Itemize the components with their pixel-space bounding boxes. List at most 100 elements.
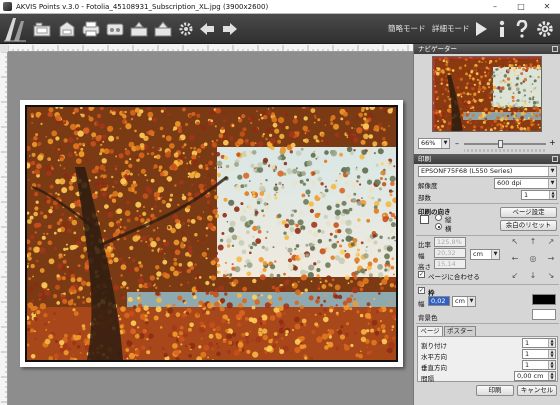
- scale-input[interactable]: 125.8%: [434, 237, 466, 247]
- zoom-row: 66% ▼ – +: [418, 138, 557, 152]
- reset-margins-button[interactable]: 余白のリセット: [500, 220, 557, 231]
- collapse-icon[interactable]: [552, 156, 558, 162]
- copies-value: 1: [524, 191, 529, 199]
- akvis-logo-icon: [2, 15, 28, 43]
- align-bottom-icon[interactable]: ↓: [528, 271, 538, 281]
- batch-processing-icon[interactable]: [128, 18, 150, 40]
- frame-width-input[interactable]: 0,02: [428, 296, 450, 306]
- horizontal-stepper[interactable]: 1 ▲ ▼: [522, 349, 556, 359]
- app-icon: [3, 2, 12, 11]
- background-color-label: 背景色: [418, 314, 438, 322]
- resolution-label: 解像度: [418, 182, 438, 190]
- print-button[interactable]: 印刷: [476, 385, 514, 396]
- window-title: AKVIS Points v.3.0 - Fotolia_45108931_Su…: [16, 2, 269, 11]
- zoom-slider[interactable]: [464, 143, 546, 145]
- background-color-swatch[interactable]: [532, 309, 556, 320]
- split-stepper[interactable]: 1 ▲ ▼: [522, 338, 556, 348]
- divider: [416, 235, 559, 236]
- horizontal-label: 水平方向: [421, 353, 447, 361]
- maximize-button[interactable]: □: [508, 0, 534, 14]
- split-value: 1: [525, 339, 530, 347]
- tab-poster[interactable]: ポスター: [444, 326, 476, 336]
- divider: [416, 284, 559, 285]
- chevron-down-icon: ▼: [491, 250, 499, 259]
- printer-name: EPSONF75F68 (L550 Series): [421, 167, 513, 175]
- canvas-area[interactable]: [0, 44, 413, 405]
- frame-unit-select[interactable]: cm ▼: [452, 296, 476, 307]
- landscape-radio[interactable]: [435, 223, 442, 230]
- resolution-value: 600 dpi: [497, 179, 522, 187]
- stepper-arrows-icon[interactable]: ▲ ▼: [548, 339, 555, 347]
- frame-checkbox[interactable]: ✓: [418, 287, 425, 294]
- align-top-icon[interactable]: ↑: [528, 237, 538, 247]
- printer-select[interactable]: EPSONF75F68 (L550 Series) ▼: [418, 166, 557, 177]
- toolbar: 簡略モード 詳細モード: [0, 14, 560, 44]
- gap-stepper[interactable]: 0,00 cm ▲ ▼: [514, 371, 556, 381]
- width-label: 幅: [418, 252, 425, 260]
- alignment-grid: ↖ ↑ ↗ ← ◎ → ↙ ↓ ↘: [510, 237, 558, 283]
- align-top-right-icon[interactable]: ↗: [546, 237, 556, 247]
- detail-mode-button[interactable]: 詳細モード: [432, 23, 470, 34]
- align-top-left-icon[interactable]: ↖: [510, 237, 520, 247]
- save-image-icon[interactable]: [56, 18, 78, 40]
- chevron-down-icon: ▼: [441, 139, 449, 148]
- vertical-label: 垂直方向: [421, 364, 447, 372]
- print-page: [20, 100, 403, 367]
- gap-value: 0,00 cm: [517, 372, 544, 380]
- undo-arrow-icon[interactable]: [197, 18, 217, 40]
- stepper-arrows-icon[interactable]: ▲ ▼: [548, 350, 555, 358]
- align-bottom-left-icon[interactable]: ↙: [510, 271, 520, 281]
- page-setup-button[interactable]: ページ設定: [500, 207, 557, 218]
- width-input[interactable]: 20,32: [434, 248, 466, 258]
- zoom-select[interactable]: 66% ▼: [418, 138, 450, 149]
- image-frame[interactable]: [25, 105, 398, 362]
- settings-panel: ナビゲーター 66% ▼ – + 印刷 EPSONF75F68 (L550 Se…: [413, 44, 560, 405]
- stepper-arrows-icon[interactable]: ▲ ▼: [549, 191, 556, 199]
- align-right-icon[interactable]: →: [546, 254, 556, 264]
- open-image-icon[interactable]: [31, 18, 53, 40]
- help-icon[interactable]: [513, 18, 531, 40]
- chevron-down-icon: ▼: [548, 179, 556, 188]
- quick-mode-button[interactable]: 簡略モード: [388, 23, 426, 34]
- zoom-in-icon[interactable]: +: [549, 138, 556, 147]
- close-button[interactable]: ✕: [534, 0, 560, 14]
- resolution-select[interactable]: 600 dpi ▼: [494, 178, 557, 189]
- frame-unit-value: cm: [455, 297, 465, 305]
- zoom-value: 66%: [421, 139, 436, 147]
- preferences-gear-icon[interactable]: [535, 18, 555, 40]
- align-left-icon[interactable]: ←: [510, 254, 520, 264]
- minimize-button[interactable]: –: [482, 0, 508, 14]
- copies-label: 部数: [418, 194, 431, 202]
- stepper-arrows-icon[interactable]: ▲ ▼: [548, 372, 555, 380]
- share-icon[interactable]: [104, 18, 126, 40]
- stepper-arrows-icon[interactable]: ▲ ▼: [548, 361, 555, 369]
- cancel-button[interactable]: キャンセル: [517, 385, 557, 396]
- portrait-radio[interactable]: [435, 214, 442, 221]
- align-center-icon[interactable]: ◎: [528, 254, 538, 264]
- fit-to-page-checkbox[interactable]: ✓: [418, 271, 425, 278]
- redo-arrow-icon[interactable]: [220, 18, 240, 40]
- info-icon[interactable]: [494, 18, 510, 40]
- run-play-icon[interactable]: [472, 18, 490, 40]
- navigator-header: ナビゲーター: [414, 44, 560, 54]
- align-bottom-right-icon[interactable]: ↘: [546, 271, 556, 281]
- copies-stepper[interactable]: 1 ▲ ▼: [521, 190, 557, 200]
- settings-gear-icon[interactable]: [176, 18, 196, 40]
- vertical-stepper[interactable]: 1 ▲ ▼: [522, 360, 556, 370]
- navigator-preview[interactable]: [432, 56, 542, 132]
- gap-label: 間隔: [421, 375, 434, 383]
- vertical-value: 1: [525, 361, 530, 369]
- horizontal-value: 1: [525, 350, 530, 358]
- presets-icon[interactable]: [152, 18, 174, 40]
- tab-page[interactable]: ページ: [417, 326, 443, 336]
- height-input[interactable]: 15,14: [434, 259, 466, 269]
- zoom-out-icon[interactable]: –: [455, 139, 459, 148]
- landscape-label: 横: [445, 225, 452, 233]
- page-orientation-icon: [420, 215, 429, 224]
- collapse-icon[interactable]: [552, 46, 558, 52]
- pointillist-image: [27, 107, 396, 360]
- frame-color-swatch[interactable]: [532, 294, 556, 305]
- workspace: [8, 52, 413, 405]
- unit-select[interactable]: cm ▼: [470, 249, 500, 260]
- print-icon[interactable]: [80, 18, 102, 40]
